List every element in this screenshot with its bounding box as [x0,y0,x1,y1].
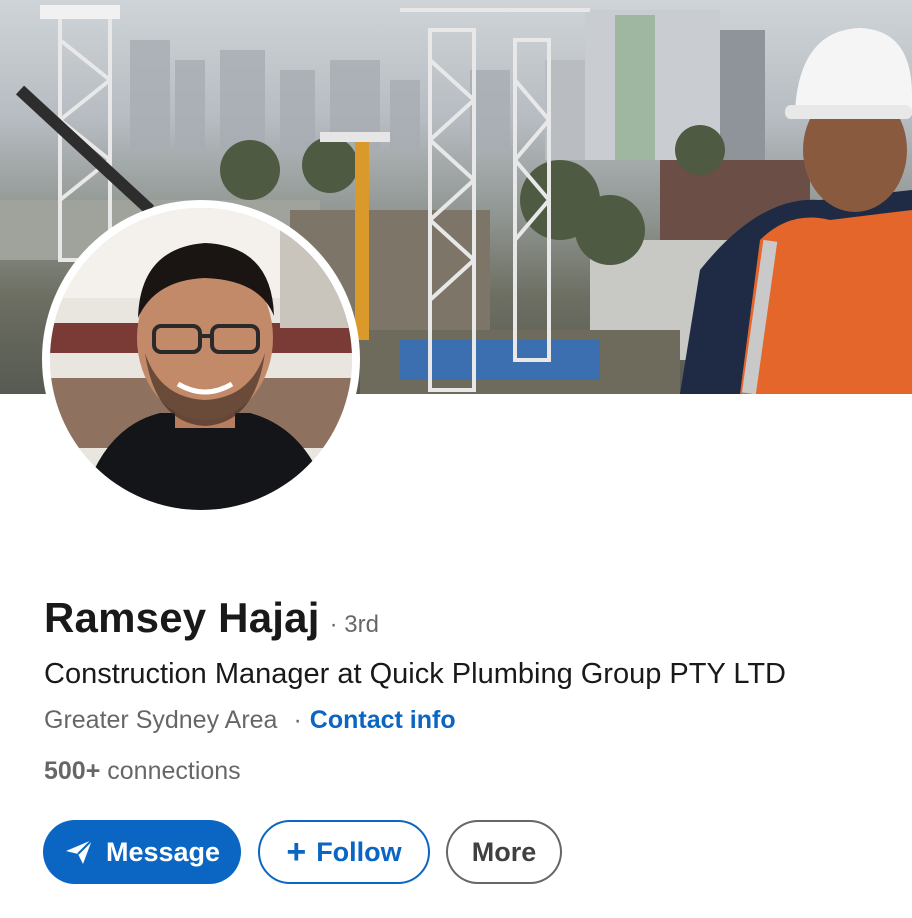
connections-count[interactable]: 500+ connections [44,757,241,786]
profile-portrait [50,208,352,510]
contact-info-link[interactable]: Contact info [310,706,456,735]
separator-dot: · [293,706,302,734]
connections-number: 500+ [44,757,101,785]
location-row: Greater Sydney Area · Contact info [44,706,456,735]
name-row: Ramsey Hajaj · 3rd [44,594,379,642]
connections-label: connections [100,757,241,785]
profile-headline: Construction Manager at Quick Plumbing G… [44,658,786,690]
profile-photo[interactable] [42,200,360,518]
plus-icon: + [286,833,307,871]
profile-location: Greater Sydney Area [44,706,278,734]
follow-button-label: Follow [316,836,402,867]
message-button[interactable]: Message [43,820,241,884]
profile-name: Ramsey Hajaj [44,594,320,641]
connection-degree: · 3rd [329,611,379,638]
message-button-label: Message [105,836,221,867]
more-button-label: More [471,836,537,867]
follow-button[interactable]: + Follow [258,820,430,884]
more-button[interactable]: More [446,820,562,884]
send-icon [64,838,94,866]
avatar [50,208,352,510]
